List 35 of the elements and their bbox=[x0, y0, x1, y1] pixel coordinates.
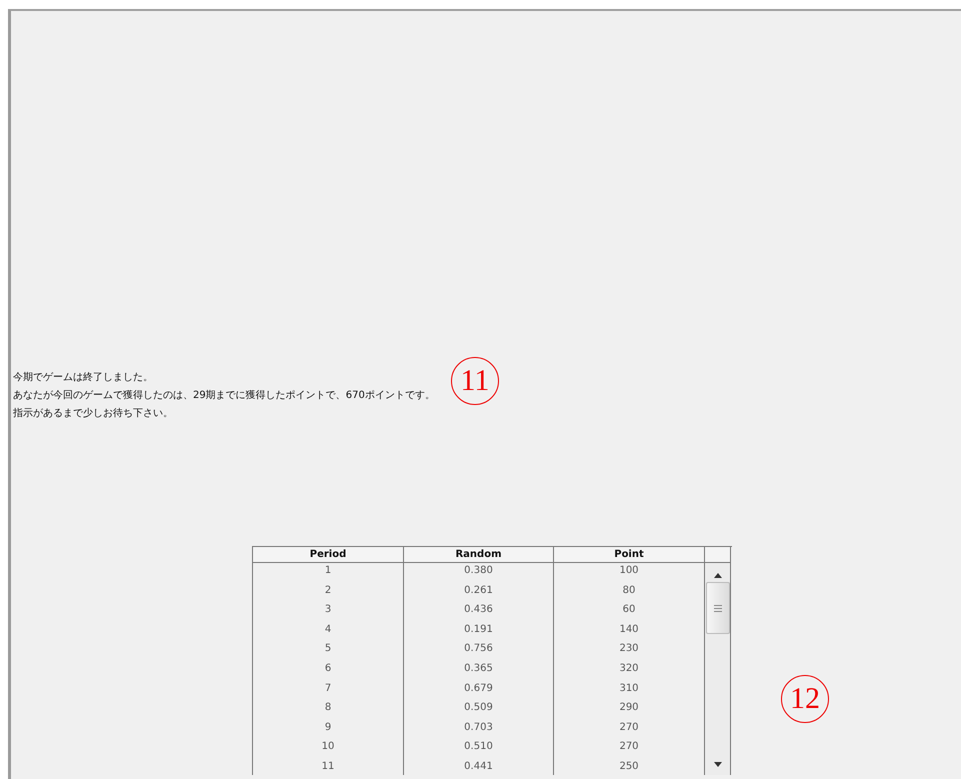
annotation-number: 11 bbox=[451, 357, 499, 405]
table-cell: 0.365 bbox=[404, 660, 554, 681]
table-cell: 2 bbox=[253, 582, 404, 602]
table-cell: 9 bbox=[253, 720, 404, 740]
table-cell: 0.380 bbox=[404, 563, 554, 583]
grip-icon bbox=[714, 604, 722, 612]
table-cell: 0.441 bbox=[404, 758, 554, 775]
table-cell: 7 bbox=[253, 680, 404, 700]
table-cell: 11 bbox=[253, 758, 404, 775]
table-cell: 0.436 bbox=[404, 602, 554, 622]
table-cell: 8 bbox=[253, 700, 404, 720]
table-cell: 4 bbox=[253, 622, 404, 642]
table-cell: 10 bbox=[253, 739, 404, 759]
table-cell: 1 bbox=[253, 563, 404, 583]
table-cell: 0.703 bbox=[404, 720, 554, 740]
table-cell: 0.191 bbox=[404, 622, 554, 642]
scrollbar[interactable] bbox=[705, 563, 731, 775]
column-header[interactable]: Point bbox=[554, 547, 705, 563]
table-cell: 3 bbox=[253, 602, 404, 622]
table-cell: 0.756 bbox=[404, 641, 554, 661]
scroll-up-icon[interactable] bbox=[714, 573, 722, 578]
table-cell: 0.679 bbox=[404, 680, 554, 700]
table-cell: 0.261 bbox=[404, 582, 554, 602]
message-text: あなたが今回のゲームで獲得したのは、29期までに獲得したポイントで、670ポイントです。 bbox=[12, 388, 435, 403]
scroll-down-icon[interactable] bbox=[714, 762, 722, 767]
annotation-number: 12 bbox=[781, 675, 829, 723]
table-cell: 0.510 bbox=[404, 739, 554, 759]
table-cell: 6 bbox=[253, 660, 404, 681]
message-text: 指示があるまで少しお待ち下さい。 bbox=[12, 406, 173, 421]
column-header[interactable]: Random bbox=[404, 547, 554, 563]
table-cell: 5 bbox=[253, 641, 404, 661]
message-text: 今期でゲームは終了しました。 bbox=[12, 370, 153, 385]
table-cell: 0.509 bbox=[404, 700, 554, 720]
column-header[interactable]: Period bbox=[253, 547, 404, 563]
scroll-thumb[interactable] bbox=[706, 582, 730, 634]
